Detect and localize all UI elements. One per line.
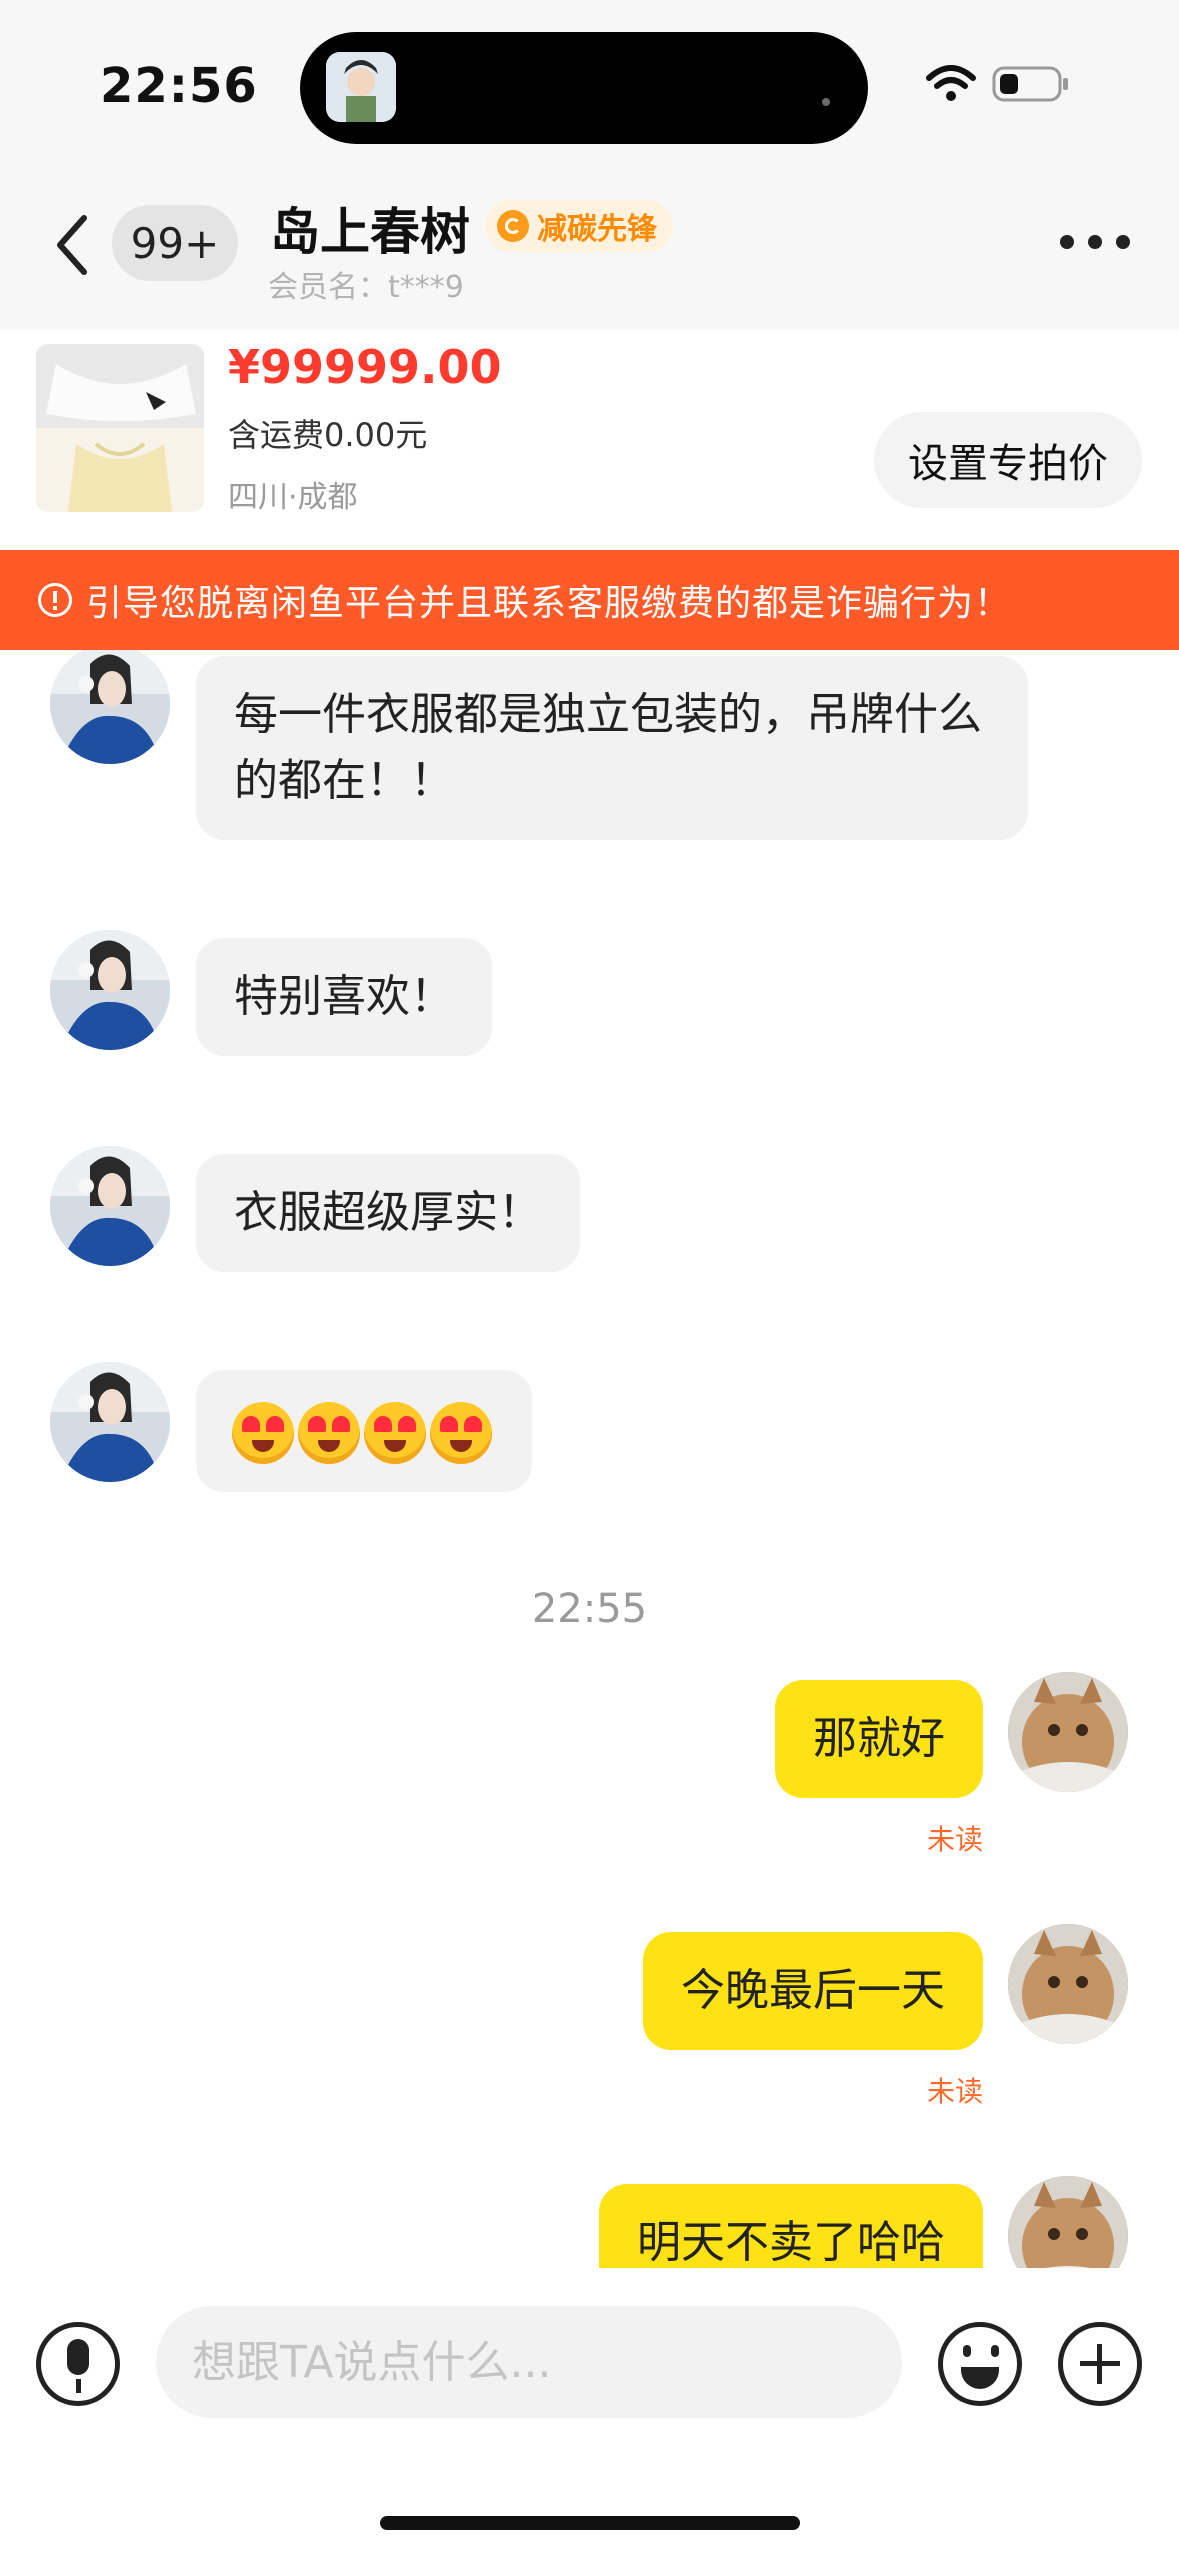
product-location: 四川·成都 [228, 480, 358, 515]
contact-avatar[interactable] [50, 650, 170, 764]
contact-avatar[interactable] [50, 1146, 170, 1266]
my-avatar[interactable] [1008, 1924, 1128, 2044]
alert-icon [38, 583, 72, 617]
back-button[interactable] [48, 210, 98, 290]
member-name: 会员名：t***9 [268, 270, 464, 305]
badge-label: 减碳先锋 [537, 212, 657, 247]
message-input[interactable] [156, 2306, 902, 2418]
heart-eyes-emoji-icon [430, 1402, 492, 1464]
home-indicator [380, 2516, 800, 2530]
dynamic-island [300, 32, 868, 144]
contact-avatar[interactable] [50, 930, 170, 1050]
emoji-button[interactable] [938, 2322, 1022, 2406]
time-separator: 22:55 [531, 1586, 648, 1632]
set-special-price-button[interactable]: 设置专拍价 [874, 412, 1142, 508]
incoming-message-bubble[interactable]: 特别喜欢！ [196, 938, 492, 1056]
unread-count-badge[interactable]: 99+ [112, 205, 238, 281]
battery-icon [992, 64, 1070, 104]
chat-message-list[interactable]: 每一件衣服都是独立包装的，吊牌什么的都在！！ 特别喜欢！ 衣服超级厚实！ 22:… [0, 650, 1179, 2268]
outgoing-message-bubble[interactable]: 明天不卖了哈哈 [599, 2184, 983, 2268]
dot-icon [1060, 235, 1074, 249]
more-options-button[interactable] [1060, 230, 1130, 254]
incoming-message-bubble[interactable]: 每一件衣服都是独立包装的，吊牌什么的都在！！ [196, 656, 1028, 840]
island-app-icon [326, 52, 396, 122]
incoming-emoji-bubble[interactable] [196, 1370, 532, 1492]
my-avatar[interactable] [1008, 1672, 1128, 1792]
my-avatar[interactable] [1008, 2176, 1128, 2268]
leaf-icon [497, 210, 529, 242]
wifi-icon [925, 64, 977, 108]
heart-eyes-emoji-icon [298, 1402, 360, 1464]
product-thumbnail[interactable] [36, 344, 204, 512]
island-indicator [822, 98, 830, 106]
contact-name[interactable]: 岛上春树 [270, 192, 470, 264]
contact-avatar[interactable] [50, 1362, 170, 1482]
product-price: ¥99999.00 [228, 340, 502, 394]
status-time: 22:56 [100, 58, 258, 114]
incoming-message-bubble[interactable]: 衣服超级厚实！ [196, 1154, 580, 1272]
shipping-fee: 含运费0.00元 [228, 416, 428, 454]
read-status: 未读 [926, 2075, 983, 2108]
heart-eyes-emoji-icon [364, 1402, 426, 1464]
outgoing-message-bubble[interactable]: 那就好 [775, 1680, 983, 1798]
more-actions-button[interactable] [1058, 2322, 1142, 2406]
dot-icon [1088, 235, 1102, 249]
voice-input-button[interactable] [36, 2322, 120, 2406]
chevron-left-icon [57, 215, 87, 275]
read-status: 未读 [926, 1823, 983, 1856]
warning-text: 引导您脱离闲鱼平台并且联系客服缴费的都是诈骗行为！ [86, 583, 1012, 624]
dot-icon [1116, 235, 1130, 249]
member-badge[interactable]: 减碳先锋 [485, 200, 673, 252]
heart-eyes-emoji-icon [232, 1402, 294, 1464]
outgoing-message-bubble[interactable]: 今晚最后一天 [643, 1932, 983, 2050]
fraud-warning-banner: 引导您脱离闲鱼平台并且联系客服缴费的都是诈骗行为！ [0, 550, 1179, 650]
